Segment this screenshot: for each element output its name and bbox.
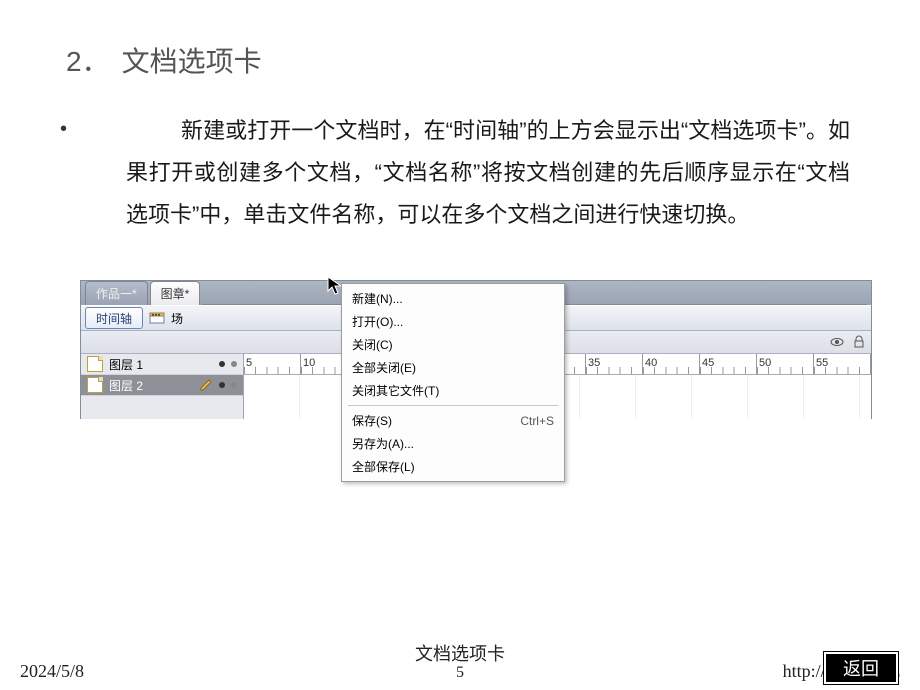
embedded-app-window: 作品一* 图章* 时间轴 场 — [80, 280, 872, 419]
heading-number: 2． — [66, 40, 110, 80]
timeline-button[interactable]: 时间轴 — [85, 307, 143, 329]
footer-page-number: 5 — [313, 664, 606, 682]
menu-item-save[interactable]: 保存(S) Ctrl+S — [344, 409, 562, 432]
slide: 2． 文档选项卡 • 新建或打开一个文档时，在“时间轴”的上方会显示出“文档选项… — [0, 0, 920, 690]
layer-row[interactable]: 图层 1 — [81, 354, 243, 375]
layer-icon — [87, 377, 103, 393]
back-button[interactable]: 返回 — [824, 652, 898, 684]
layers-panel: 图层 1 图层 2 — [81, 354, 244, 419]
lock-dot[interactable] — [231, 382, 237, 388]
body-row: • 新建或打开一个文档时，在“时间轴”的上方会显示出“文档选项卡”。如果打开或创… — [60, 110, 860, 255]
menu-item-close-others[interactable]: 关闭其它文件(T) — [344, 379, 562, 402]
menu-item-save-all[interactable]: 全部保存(L) — [344, 455, 562, 478]
document-tab[interactable]: 作品一* — [85, 281, 148, 305]
footer-right: http://www.cysz 返回 — [607, 661, 900, 682]
slide-footer: 2024/5/8 文档选项卡 5 http://www.cysz 返回 — [0, 640, 920, 682]
section-heading: 2． 文档选项卡 — [66, 40, 860, 80]
menu-item-open[interactable]: 打开(O)... — [344, 310, 562, 333]
layer-name: 图层 2 — [109, 377, 193, 394]
layer-icon — [87, 356, 103, 372]
body-text: 新建或打开一个文档时，在“时间轴”的上方会显示出“文档选项卡”。如果打开或创建多… — [126, 118, 850, 227]
heading-title: 文档选项卡 — [122, 40, 262, 80]
bullet-icon: • — [60, 110, 68, 255]
document-tab-active[interactable]: 图章* — [150, 281, 201, 305]
body-paragraph: 新建或打开一个文档时，在“时间轴”的上方会显示出“文档选项卡”。如果打开或创建多… — [126, 110, 850, 235]
layer-name: 图层 1 — [109, 356, 213, 373]
pencil-icon — [199, 378, 213, 392]
menu-item-close[interactable]: 关闭(C) — [344, 333, 562, 356]
visibility-dot[interactable] — [219, 382, 225, 388]
lock-icon[interactable] — [851, 334, 867, 350]
context-menu: 新建(N)... 打开(O)... 关闭(C) 全部关闭(E) 关闭其它文件(T… — [341, 283, 565, 482]
footer-caption: 文档选项卡 — [415, 644, 505, 664]
menu-item-new[interactable]: 新建(N)... — [344, 287, 562, 310]
toolbar-cut-label[interactable]: 场 — [171, 310, 183, 327]
scene-icon[interactable] — [149, 310, 165, 326]
eye-icon[interactable] — [829, 334, 845, 350]
footer-center: 文档选项卡 5 — [313, 640, 606, 682]
visibility-dot[interactable] — [219, 361, 225, 367]
lock-dot[interactable] — [231, 361, 237, 367]
menu-item-save-as[interactable]: 另存为(A)... — [344, 432, 562, 455]
footer-date: 2024/5/8 — [20, 661, 313, 682]
menu-separator — [348, 405, 558, 406]
menu-item-close-all[interactable]: 全部关闭(E) — [344, 356, 562, 379]
layer-row-selected[interactable]: 图层 2 — [81, 375, 243, 396]
